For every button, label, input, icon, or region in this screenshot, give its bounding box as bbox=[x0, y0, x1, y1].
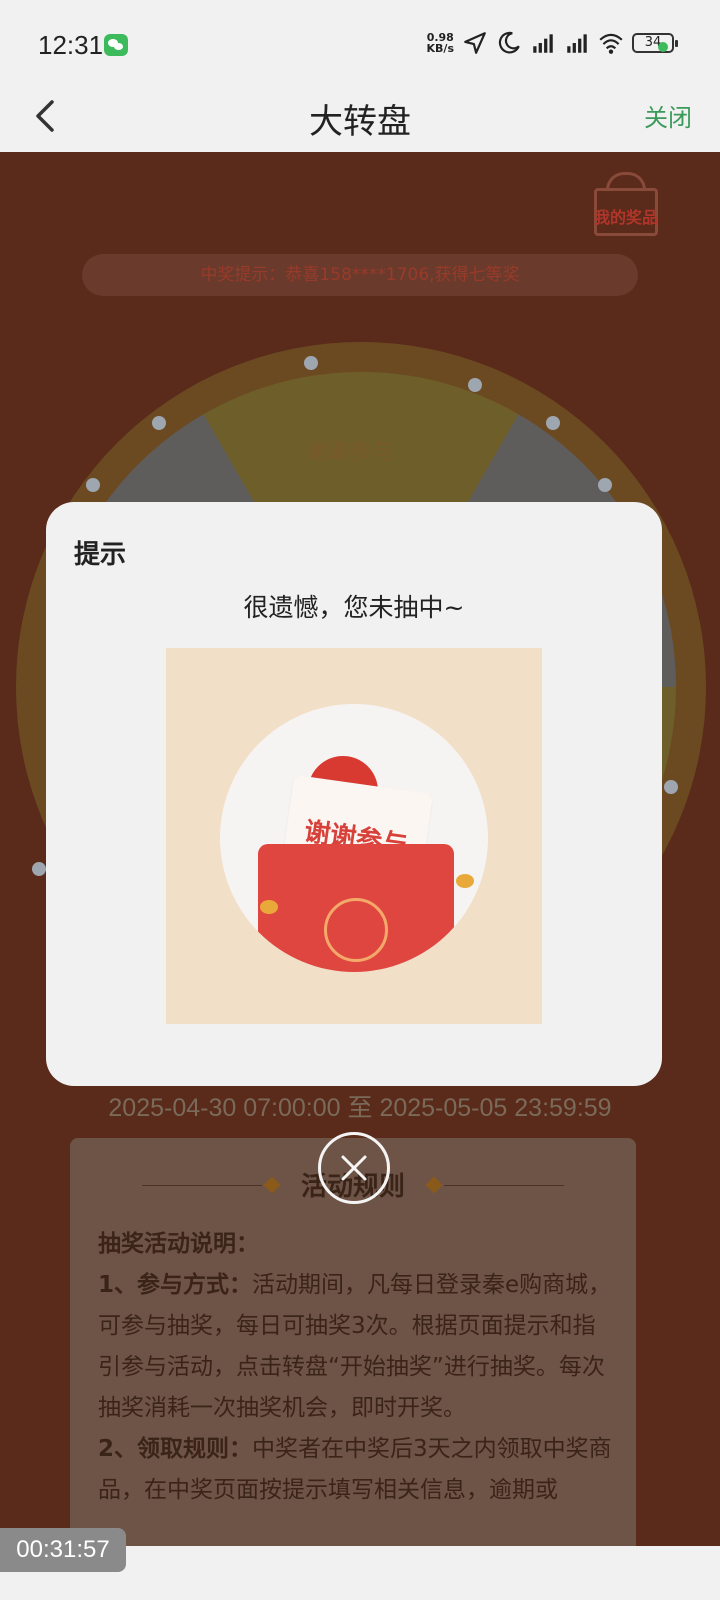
wheel-light bbox=[304, 356, 318, 370]
dialog-message: 很遗憾，您未抽中~ bbox=[243, 593, 465, 622]
wheel-segment-label: 谢谢参与 bbox=[306, 440, 395, 465]
wheel-light bbox=[32, 862, 46, 876]
winner-notice: 中奖提示：恭喜158****1706,获得七等奖 bbox=[82, 254, 638, 296]
wechat-notification-icon bbox=[104, 34, 128, 56]
status-time: 12:31 bbox=[38, 30, 104, 60]
dialog-close-button[interactable] bbox=[318, 1132, 390, 1204]
result-dialog: 提示 很遗憾，您未抽中~ 谢谢参与 bbox=[46, 502, 662, 1086]
privacy-indicator-dot bbox=[658, 42, 668, 52]
location-icon bbox=[462, 30, 488, 56]
navigation-bar: 大转盘 关闭 bbox=[0, 90, 720, 152]
signal-icon-1 bbox=[530, 30, 556, 56]
close-button[interactable]: 关闭 bbox=[644, 98, 692, 133]
divider-line bbox=[444, 1185, 564, 1186]
wheel-light bbox=[152, 416, 166, 430]
status-indicators: 0.98 KB/s 34 bbox=[427, 30, 678, 56]
network-speed: 0.98 KB/s bbox=[427, 32, 454, 54]
coin-icon bbox=[456, 874, 474, 888]
rules-heading: 抽奖活动说明： bbox=[98, 1231, 259, 1257]
my-prizes-button[interactable]: 我的奖品 bbox=[586, 170, 664, 240]
rules-body: 抽奖活动说明： 1、参与方式：活动期间，凡每日登录秦e购商城，可参与抽奖，每日可… bbox=[98, 1224, 614, 1511]
dialog-title: 提示 bbox=[74, 540, 127, 570]
rules-item2-label: 2、领取规则： bbox=[98, 1436, 253, 1462]
signal-icon-2 bbox=[564, 30, 590, 56]
recording-timer: 00:31:57 bbox=[0, 1528, 126, 1572]
red-envelope-icon bbox=[258, 844, 454, 972]
wheel-light bbox=[664, 780, 678, 794]
wheel-light bbox=[598, 478, 612, 492]
wheel-light bbox=[546, 416, 560, 430]
rules-item1-label: 1、参与方式： bbox=[98, 1272, 253, 1298]
activity-date-range: 2025-04-30 07:00:00 至 2025-05-05 23:59:5… bbox=[108, 1094, 612, 1122]
wifi-icon bbox=[598, 30, 624, 56]
envelope-seal-icon bbox=[324, 898, 388, 962]
coin-icon bbox=[260, 900, 278, 914]
my-prizes-label: 我的奖品 bbox=[593, 208, 658, 227]
wheel-light bbox=[468, 378, 482, 392]
wheel-light bbox=[86, 478, 100, 492]
envelope-circle: 谢谢参与 bbox=[220, 704, 488, 972]
thanks-envelope-image: 谢谢参与 bbox=[166, 648, 542, 1024]
battery-indicator: 34 bbox=[632, 33, 678, 53]
status-bar: 12:31 0.98 KB/s 34 bbox=[0, 0, 720, 90]
moon-icon bbox=[496, 30, 522, 56]
network-speed-unit: KB/s bbox=[426, 42, 454, 55]
page-title: 大转盘 bbox=[309, 102, 411, 142]
